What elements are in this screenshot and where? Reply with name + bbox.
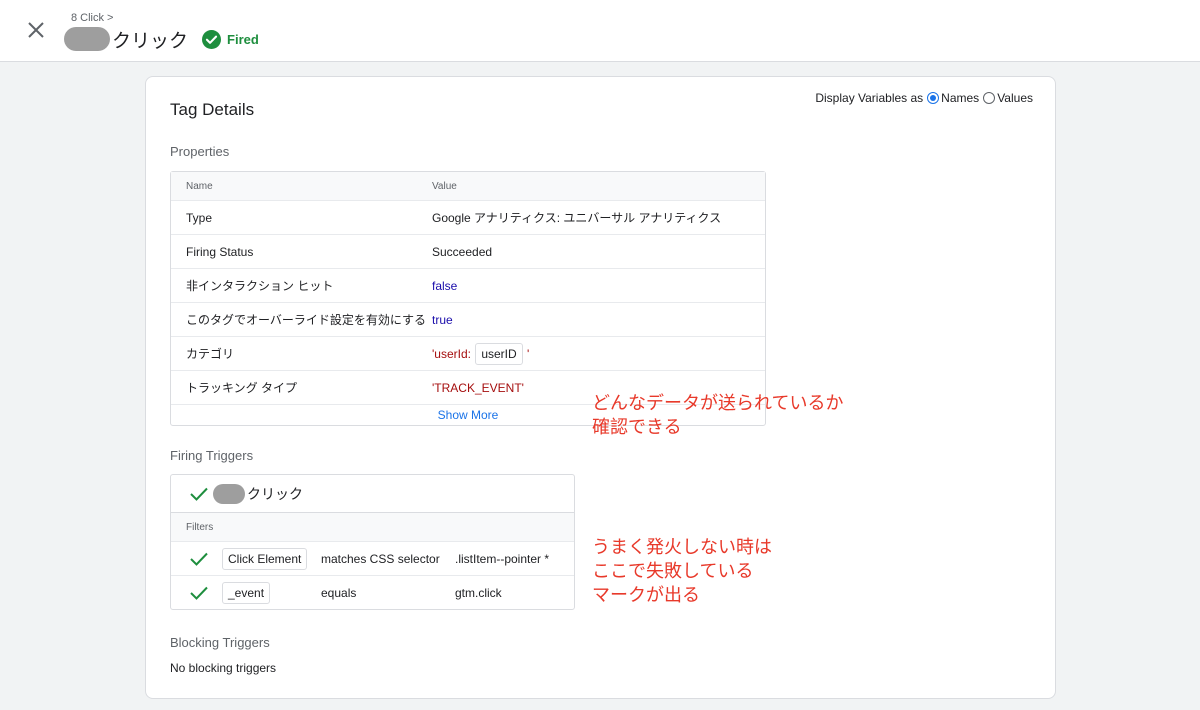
status-badge: Fired xyxy=(202,29,259,49)
firing-triggers-heading: Firing Triggers xyxy=(170,448,254,463)
display-variables-label: Display Variables as xyxy=(815,91,924,105)
status-text: Fired xyxy=(227,31,259,47)
filter-row: _event equals gtm.click xyxy=(171,576,574,609)
blocking-triggers-text: No blocking triggers xyxy=(170,661,277,675)
filter-value: gtm.click xyxy=(455,585,502,600)
table-row: Firing Status Succeeded xyxy=(171,235,765,269)
property-name: 非インタラクション ヒット xyxy=(186,279,334,293)
check-circle-icon xyxy=(202,29,222,49)
annotation-data-sent: どんなデータが送られているか 確認できる xyxy=(592,393,844,437)
value-suffix: ' xyxy=(527,346,530,361)
property-name: Type xyxy=(186,210,213,225)
column-header-name: Name xyxy=(186,180,213,192)
annotation-trigger-failure: うまく発火しない時は ここで失敗している マークが出る xyxy=(592,537,772,605)
filter-variable: _event xyxy=(221,581,321,604)
property-value: false xyxy=(432,278,458,293)
page-title: クリック xyxy=(112,30,189,52)
property-value: Succeeded xyxy=(432,244,493,259)
redacted-text-blur xyxy=(213,483,245,504)
filter-row: Click Element matches CSS selector .list… xyxy=(171,542,574,576)
check-icon xyxy=(190,487,208,501)
top-bar: 8 Click > クリック Fired xyxy=(0,0,1200,62)
table-row: Type Google アナリティクス: ユニバーサル アナリティクス xyxy=(171,201,765,235)
properties-heading: Properties xyxy=(170,144,230,159)
breadcrumb[interactable]: 8 Click > xyxy=(71,12,114,24)
display-variables-control: Display Variables as Names Values xyxy=(815,91,1033,105)
blocking-triggers-heading: Blocking Triggers xyxy=(170,635,270,650)
properties-table: Name Value Type Google アナリティクス: ユニバーサル ア… xyxy=(170,171,766,426)
firing-triggers-panel: クリック Filters Click Element matches CSS s… xyxy=(170,474,575,610)
redacted-text-blur xyxy=(64,27,110,51)
table-row: カテゴリ 'userId: userID ' xyxy=(171,337,765,371)
column-header-value: Value xyxy=(432,180,457,192)
page-title-row: クリック Fired xyxy=(64,26,259,52)
variable-chip: Click Element xyxy=(222,547,308,570)
table-row: このタグでオーバーライド設定を有効にする true xyxy=(171,303,765,337)
property-name: カテゴリ xyxy=(186,347,235,361)
radio-names[interactable] xyxy=(927,92,940,104)
variable-chip: userID xyxy=(475,342,523,365)
radio-values[interactable] xyxy=(983,92,996,104)
filter-value: .listItem--pointer * xyxy=(455,551,550,566)
filter-variable: Click Element xyxy=(221,547,321,570)
trigger-name: クリック xyxy=(247,485,303,502)
filter-operator: equals xyxy=(321,585,357,600)
radio-names-label[interactable]: Names xyxy=(941,91,979,105)
trigger-header[interactable]: クリック xyxy=(171,475,574,513)
table-row: 非インタラクション ヒット false xyxy=(171,269,765,303)
check-icon xyxy=(190,586,208,600)
variable-chip: _event xyxy=(222,581,271,604)
property-value: true xyxy=(432,312,453,327)
filters-header: Filters xyxy=(171,513,574,542)
table-header: Name Value xyxy=(171,172,765,201)
property-name: トラッキング タイプ xyxy=(186,381,297,395)
radio-values-label[interactable]: Values xyxy=(997,91,1033,105)
property-name: Firing Status xyxy=(186,244,254,259)
close-button[interactable] xyxy=(24,18,48,42)
check-icon xyxy=(190,552,208,566)
property-value: Google アナリティクス: ユニバーサル アナリティクス xyxy=(432,211,722,225)
card-title: Tag Details xyxy=(170,100,255,119)
property-value: 'userId: userID ' xyxy=(432,342,765,365)
close-icon xyxy=(28,22,44,38)
value-prefix: 'userId: xyxy=(432,346,471,361)
property-name: このタグでオーバーライド設定を有効にする xyxy=(186,313,427,327)
filter-operator: matches CSS selector xyxy=(321,551,440,566)
